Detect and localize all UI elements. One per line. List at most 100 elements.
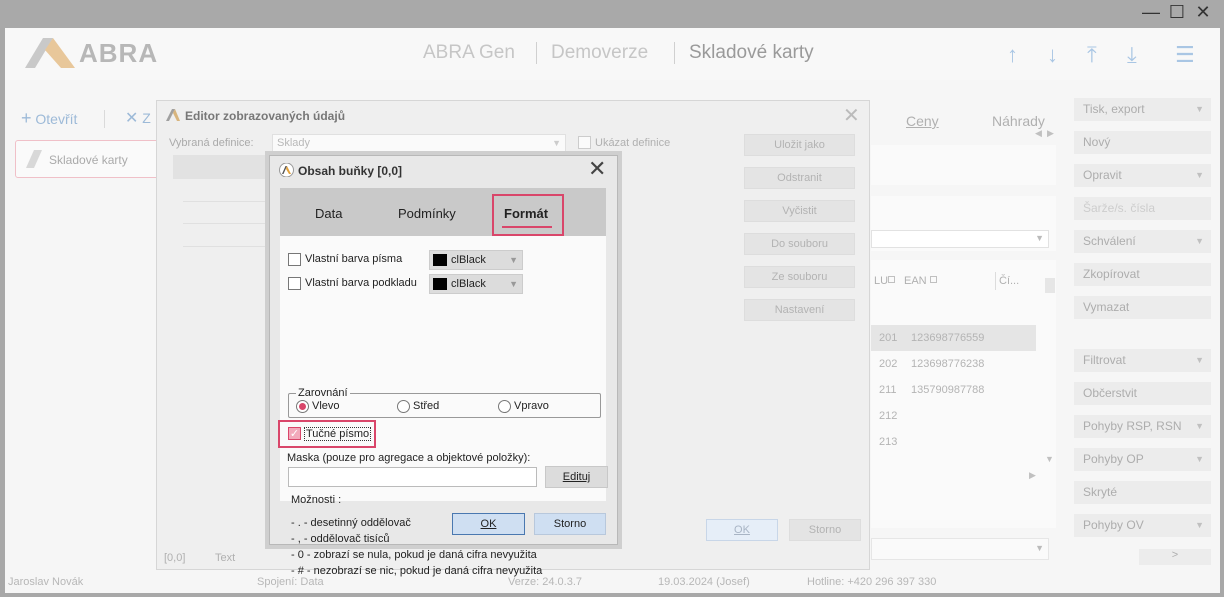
filter-box-icon[interactable]: [930, 276, 937, 283]
edit-mask-button[interactable]: Edituj: [545, 466, 608, 488]
scrollbar-thumb[interactable]: [1045, 278, 1055, 293]
filter-select[interactable]: ▼: [871, 230, 1049, 248]
table-row[interactable]: 213: [871, 429, 1036, 455]
print-export-button[interactable]: Tisk, export ▼: [1074, 98, 1211, 121]
table-row[interactable]: 212: [871, 403, 1036, 429]
bg-color-checkbox[interactable]: [288, 277, 301, 290]
delete-button[interactable]: Vymazat: [1074, 296, 1211, 319]
clear-button[interactable]: Vyčistit: [744, 200, 855, 222]
tab-prices[interactable]: Ceny: [906, 113, 939, 129]
column-header-lu[interactable]: LU: [874, 275, 888, 287]
batch-serial-button[interactable]: Šarže/s. čísla: [1074, 197, 1211, 220]
align-right-radio[interactable]: [498, 400, 511, 413]
open-button[interactable]: + Otevřít: [21, 108, 77, 129]
hidden-button[interactable]: Skryté: [1074, 481, 1211, 504]
from-file-button[interactable]: Ze souboru: [744, 266, 855, 288]
cell-lu: 212: [879, 410, 898, 422]
close-window-icon[interactable]: ✕: [1192, 2, 1214, 23]
status-bar: Jaroslav Novák Spojení: Data Verze: 24.0…: [5, 572, 1220, 593]
show-definition-checkbox[interactable]: [578, 136, 591, 149]
column-header-ean[interactable]: EAN: [904, 275, 927, 287]
table-row[interactable]: 201 123698776559: [871, 325, 1036, 351]
tab-data[interactable]: Data: [315, 206, 342, 221]
bottom-select[interactable]: ▼: [871, 538, 1049, 560]
copy-button[interactable]: Zkopírovat: [1074, 263, 1211, 286]
arrow-top-icon[interactable]: ⤒: [1087, 42, 1097, 68]
scroll-right-icon[interactable]: ▶: [1029, 470, 1036, 481]
table-row[interactable]: 211 135790987788: [871, 377, 1036, 403]
abra-logo-icon: [279, 163, 294, 177]
bold-checkbox[interactable]: ✓: [288, 427, 301, 440]
bg-color-select[interactable]: clBlack ▼: [429, 274, 523, 294]
menu-icon[interactable]: ☰: [1175, 42, 1195, 68]
edit-record-button[interactable]: Opravit ▼: [1074, 164, 1211, 187]
editor-cancel-button[interactable]: Storno: [789, 519, 861, 541]
scroll-down-icon[interactable]: ▼: [1045, 454, 1054, 464]
sidebar-item-skladove-karty[interactable]: Skladové karty: [15, 140, 160, 178]
abra-logo-icon: [166, 109, 180, 121]
page-title: Skladové karty: [689, 42, 814, 63]
approval-button[interactable]: Schválení ▼: [1074, 230, 1211, 253]
arrow-bottom-icon[interactable]: ⤓: [1127, 42, 1137, 68]
minimize-icon[interactable]: —: [1140, 2, 1162, 23]
align-center-radio[interactable]: [397, 400, 410, 413]
breadcrumb-app[interactable]: ABRA Gen: [423, 42, 515, 64]
breadcrumb-separator: [536, 42, 537, 64]
chevron-down-icon: ▼: [509, 279, 518, 289]
refresh-button[interactable]: Občerstvit: [1074, 382, 1211, 405]
movements-op-button[interactable]: Pohyby OP ▼: [1074, 448, 1211, 471]
new-button[interactable]: Nový: [1074, 131, 1211, 154]
font-color-select[interactable]: clBlack ▼: [429, 250, 523, 270]
mask-label: Maska (pouze pro agregace a objektové po…: [287, 452, 531, 464]
close-button[interactable]: ✕ Z: [125, 108, 151, 128]
align-left-radio[interactable]: [296, 400, 309, 413]
close-icon[interactable]: ✕: [843, 103, 860, 128]
column-divider: [995, 272, 996, 290]
arrow-down-icon[interactable]: ↓: [1047, 42, 1058, 68]
alignment-label: Zarovnání: [296, 387, 350, 399]
maximize-icon[interactable]: ☐: [1166, 2, 1188, 23]
button-label: Opravit: [1083, 168, 1122, 182]
close-icon[interactable]: ✕: [588, 156, 606, 182]
cell-content-dialog: Obsah buňky [0,0] ✕ Data Podmínky Formát…: [269, 155, 618, 577]
cancel-button[interactable]: Storno: [534, 513, 606, 535]
button-label: Zkopírovat: [1083, 267, 1140, 281]
definition-label: Vybraná definice:: [169, 137, 254, 149]
dialog-title: Obsah buňky [0,0]: [298, 164, 403, 178]
align-right-label: Vpravo: [514, 400, 549, 412]
font-color-checkbox[interactable]: [288, 253, 301, 266]
breadcrumb-company[interactable]: Demoverze: [551, 42, 648, 64]
editor-ok-button[interactable]: OK: [706, 519, 778, 541]
tab-conditions[interactable]: Podmínky: [398, 206, 456, 221]
editor-grid-line: [183, 246, 273, 247]
mask-input[interactable]: [288, 467, 537, 487]
table-row[interactable]: 202 123698776238: [871, 351, 1036, 377]
ok-button[interactable]: OK: [452, 513, 525, 535]
arrow-up-icon[interactable]: ↑: [1007, 42, 1018, 68]
button-label: Nový: [1083, 135, 1111, 149]
tab-scroll-left-icon[interactable]: ◀: [1035, 128, 1042, 139]
column-header-number[interactable]: Čí...: [999, 275, 1019, 287]
chevron-down-icon: ▼: [509, 255, 518, 265]
chevron-down-icon: ▼: [1195, 236, 1204, 246]
filter-box-icon[interactable]: [888, 276, 895, 283]
editor-status-type: Text: [215, 552, 236, 564]
save-as-button[interactable]: Uložit jako: [744, 134, 855, 156]
cell-lu: 213: [879, 436, 898, 448]
to-file-button[interactable]: Do souboru: [744, 233, 855, 255]
data-grid: LU EAN Čí... 201 123698776559 202 123698…: [871, 260, 1056, 528]
next-page-button[interactable]: >: [1139, 549, 1211, 565]
settings-button[interactable]: Nastavení: [744, 299, 855, 321]
movements-rsp-button[interactable]: Pohyby RSP, RSN ▼: [1074, 415, 1211, 438]
definition-select[interactable]: Sklady ▼: [272, 134, 566, 152]
filter-button[interactable]: Filtrovat ▼: [1074, 349, 1211, 372]
tab-scroll-right-icon[interactable]: ▶: [1047, 128, 1054, 139]
movements-ov-button[interactable]: Pohyby OV ▼: [1074, 514, 1211, 537]
chevron-down-icon: ▼: [552, 138, 561, 148]
remove-button[interactable]: Odstranit: [744, 167, 855, 189]
active-tab-underline: [502, 226, 552, 228]
tab-format[interactable]: Formát: [492, 194, 564, 236]
chevron-down-icon: ▼: [1195, 170, 1204, 180]
tab-substitutes[interactable]: Náhrady: [992, 113, 1045, 129]
bg-color-value: clBlack: [451, 278, 486, 290]
